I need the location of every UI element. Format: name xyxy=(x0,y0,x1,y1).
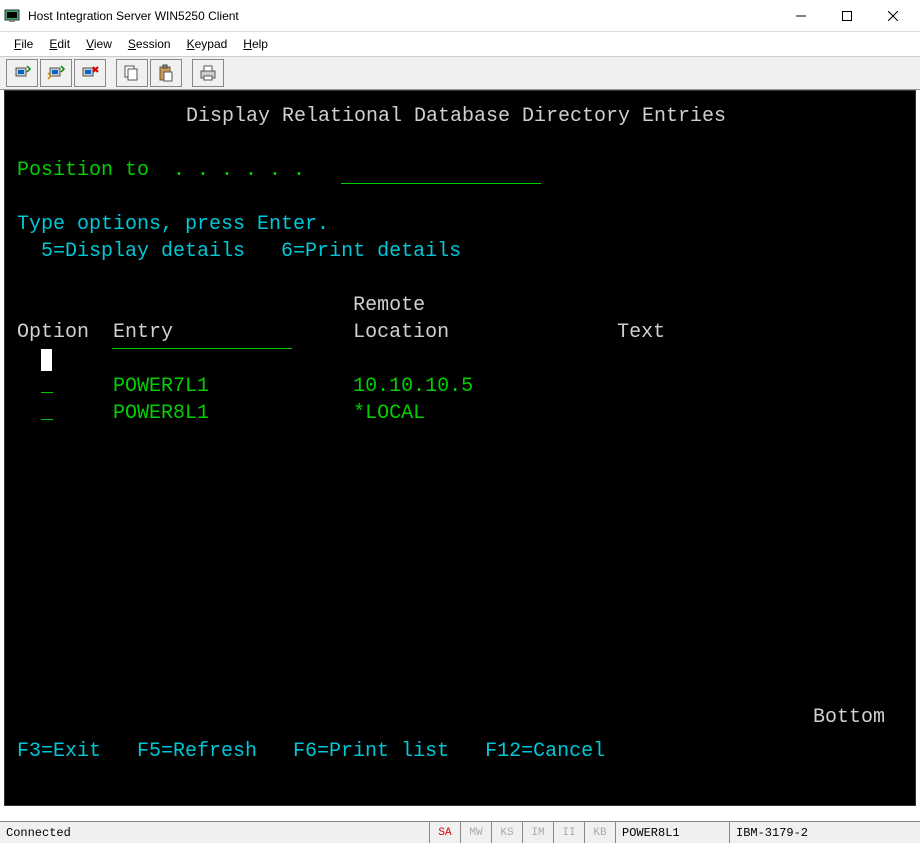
titlebar: Host Integration Server WIN5250 Client xyxy=(0,0,920,32)
statusbar: Connected SA MW KS IM II KB POWER8L1 IBM… xyxy=(0,821,920,843)
status-mw: MW xyxy=(461,822,492,843)
menu-file[interactable]: File xyxy=(8,35,39,53)
status-connected: Connected xyxy=(0,822,430,843)
status-im: IM xyxy=(523,822,554,843)
menu-help[interactable]: Help xyxy=(237,35,274,53)
entry-value: POWER8L1 xyxy=(113,402,209,425)
toolbar-disconnect-button[interactable] xyxy=(74,59,106,87)
close-button[interactable] xyxy=(870,1,916,31)
location-value: 10.10.10.5 xyxy=(353,375,473,398)
status-ii: II xyxy=(554,822,585,843)
toolbar-paste-button[interactable] xyxy=(150,59,182,87)
position-to-row: Position to . . . . . . xyxy=(17,157,915,184)
column-header-2: Option Entry Location Text xyxy=(17,319,915,346)
instructions-line: Type options, press Enter. xyxy=(17,211,915,238)
position-to-label: Position to . . . . . . xyxy=(17,159,305,182)
toolbar xyxy=(0,56,920,90)
status-sa: SA xyxy=(430,822,461,843)
menubar: File Edit View Session Keypad Help xyxy=(0,32,920,56)
entry-divider xyxy=(112,348,292,349)
status-system: POWER8L1 xyxy=(616,822,730,843)
menu-view[interactable]: View xyxy=(80,35,118,53)
toolbar-copy-button[interactable] xyxy=(116,59,148,87)
maximize-button[interactable] xyxy=(824,1,870,31)
cursor xyxy=(41,349,52,371)
entry-input-row xyxy=(17,346,915,373)
table-row: _ POWER7L1 10.10.10.5 xyxy=(17,373,915,400)
status-ks: KS xyxy=(492,822,523,843)
option-field[interactable]: _ xyxy=(41,402,53,425)
toolbar-connect2-button[interactable] xyxy=(40,59,72,87)
location-value: *LOCAL xyxy=(353,402,425,425)
menu-session[interactable]: Session xyxy=(122,35,177,53)
toolbar-print-button[interactable] xyxy=(192,59,224,87)
window-title: Host Integration Server WIN5250 Client xyxy=(28,9,778,23)
window-controls xyxy=(778,1,916,31)
menu-edit[interactable]: Edit xyxy=(43,35,76,53)
position-to-input[interactable] xyxy=(341,162,541,184)
minimize-button[interactable] xyxy=(778,1,824,31)
options-help-line: 5=Display details 6=Print details xyxy=(17,238,915,265)
terminal-screen[interactable]: Display Relational Database Directory En… xyxy=(4,90,916,806)
table-row: _ POWER8L1 *LOCAL xyxy=(17,400,915,427)
menu-keypad[interactable]: Keypad xyxy=(181,35,234,53)
option-field[interactable]: _ xyxy=(41,375,53,398)
screen-title: Display Relational Database Directory En… xyxy=(17,103,915,130)
toolbar-connect-button[interactable] xyxy=(6,59,38,87)
function-keys: F3=Exit F5=Refresh F6=Print list F12=Can… xyxy=(17,738,605,765)
entry-value: POWER7L1 xyxy=(113,375,209,398)
column-header-1: Remote xyxy=(17,292,915,319)
status-kb: KB xyxy=(585,822,616,843)
bottom-indicator: Bottom xyxy=(813,704,885,731)
app-icon xyxy=(4,8,20,24)
status-device: IBM-3179-2 xyxy=(730,822,838,843)
